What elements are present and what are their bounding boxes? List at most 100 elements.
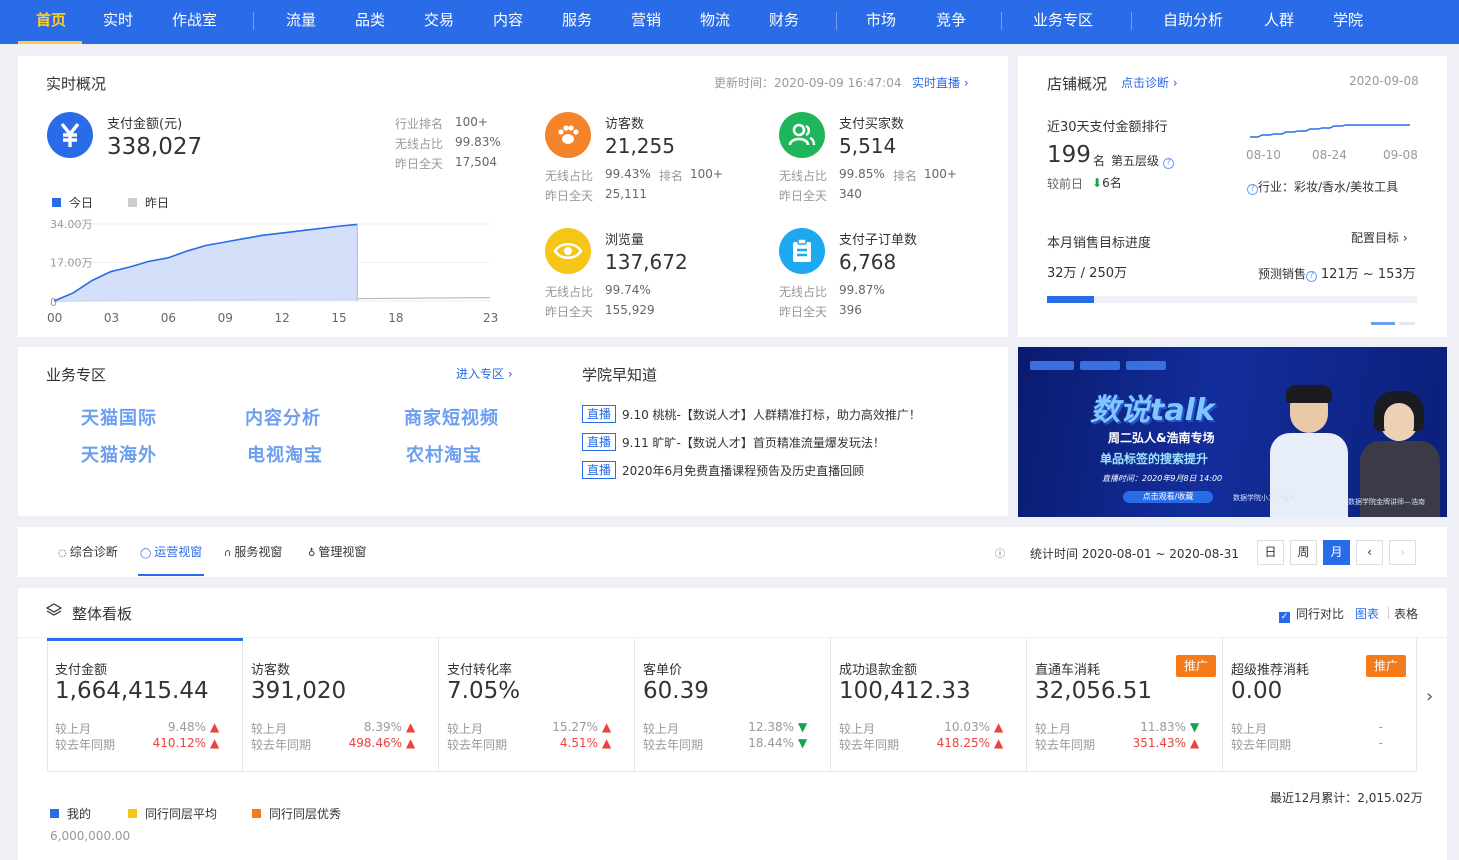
checkbox-icon: ✓ — [1279, 612, 1290, 623]
kpi-percent: - — [1378, 736, 1383, 750]
kpi-compare-value: 11.83% ▼ — [1140, 720, 1199, 734]
kpi-label: 成功退款金额 — [839, 663, 918, 678]
tab-2[interactable]: ∩ 服务视窗 — [224, 543, 282, 560]
nav-item-9[interactable]: 物流 — [700, 0, 730, 44]
board-legend-item[interactable]: 同行同层优秀 — [252, 805, 341, 822]
nav-item-12[interactable]: 竞争 — [936, 0, 966, 44]
biz-item[interactable]: 商家短视频 — [404, 404, 499, 430]
kpi-compare-value: 4.51% ▲ — [560, 736, 611, 750]
period-button[interactable]: 日 — [1257, 540, 1284, 565]
kpi-cell[interactable]: 超级推荐消耗 0.00 推广 较上月 较去年同期 - - — [1223, 638, 1419, 772]
kpi-cell[interactable]: 客单价 60.39 较上月 较去年同期 12.38% ▼ 18.44% ▼ — [635, 638, 831, 772]
tab-1[interactable]: ◯ 运营视窗 — [140, 543, 202, 560]
metric-label: 访客数 — [605, 117, 645, 132]
period-button[interactable]: 周 — [1290, 540, 1317, 565]
live-link[interactable]: 实时直播 › — [912, 74, 969, 91]
board-legend-item[interactable]: 同行同层平均 — [128, 805, 217, 822]
biz-item[interactable]: 内容分析 — [245, 404, 321, 430]
banner-watch-button[interactable]: 点击观看/收藏 — [1123, 491, 1213, 503]
peer-compare-checkbox[interactable]: ✓ 同行对比 — [1279, 605, 1344, 623]
y-tick-label: 17.00万 — [50, 257, 93, 270]
config-target-link[interactable]: 配置目标 › — [1351, 229, 1408, 246]
academy-item[interactable]: 2020年6月免费直播课程预告及历史直播回顾 — [622, 462, 864, 479]
promo-banner[interactable]: 数说talk 周二弘人&浩南专场 单品标签的搜索提升 直播时间：2020年9月8… — [1018, 347, 1447, 517]
tab-label: 服务视窗 — [234, 545, 283, 559]
kpi-cell[interactable]: 直通车消耗 32,056.51 推广 较上月 较去年同期 11.83% ▼ 351.43% ▲ — [1027, 638, 1223, 772]
academy-item[interactable]: 9.10 桃桃-【数说人才】人群精准打标，助力高效推广！ — [622, 406, 921, 423]
kpi-compare-value: 18.44% ▼ — [748, 736, 807, 750]
operation-icon: ◯ — [140, 548, 152, 559]
nav-item-10[interactable]: 财务 — [769, 0, 799, 44]
pager-dot[interactable] — [1399, 322, 1415, 325]
x-tick-label: 23 — [483, 311, 498, 325]
academy-item[interactable]: 9.11 旷旷-【数说人才】首页精准流量爆发玩法！ — [622, 434, 885, 451]
x-tick-label: 09 — [218, 311, 233, 325]
nav-item-7[interactable]: 服务 — [562, 0, 592, 44]
kpi-compare-label: 较去年同期 — [643, 738, 704, 752]
kpi-percent: 351.43% — [1132, 736, 1186, 750]
nav-item-11[interactable]: 市场 — [866, 0, 896, 44]
diagnose-link[interactable]: 点击诊断 › — [1121, 74, 1178, 91]
wireless-value: 99.83% — [455, 135, 501, 149]
total-12m: 最近12月累计：2,015.02万 — [1270, 791, 1423, 805]
nav-item-1[interactable]: 实时 — [103, 0, 133, 44]
rank-value: 100+ — [455, 115, 488, 129]
biz-item[interactable]: 电视淘宝 — [247, 441, 323, 467]
kpi-cell[interactable]: 支付转化率 7.05% 较上月 较去年同期 15.27% ▲ 4.51% ▲ — [439, 638, 635, 772]
clipboard-icon — [779, 228, 825, 274]
kpi-label: 客单价 — [643, 663, 683, 678]
biz-item[interactable]: 农村淘宝 — [406, 441, 482, 467]
nav-item-4[interactable]: 品类 — [355, 0, 385, 44]
nav-item-16[interactable]: 学院 — [1333, 0, 1363, 44]
help-icon[interactable]: ? — [1162, 158, 1174, 169]
kpi-cell[interactable]: 访客数 391,020 较上月 较去年同期 8.39% ▲ 498.46% ▲ — [243, 638, 439, 772]
nav-item-14[interactable]: 自助分析 — [1163, 0, 1223, 44]
metric-label: 支付买家数 — [839, 117, 905, 132]
period-button[interactable]: 月 — [1323, 540, 1350, 565]
biz-item[interactable]: 天猫国际 — [81, 404, 157, 430]
shop-date: 2020-09-08 — [1349, 74, 1419, 88]
kpi-compare-label: 较去年同期 — [447, 738, 508, 752]
kpi-compare-label: 较去年同期 — [251, 738, 312, 752]
kpi-cell[interactable]: 成功退款金额 100,412.33 较上月 较去年同期 10.03% ▲ 418.25% ▲ — [831, 638, 1027, 772]
nav-item-2[interactable]: 作战室 — [172, 0, 217, 44]
pager-dot-active[interactable] — [1371, 322, 1395, 325]
help-icon[interactable]: ? — [1306, 271, 1318, 282]
legend-label: 我的 — [67, 807, 92, 821]
nav-item-5[interactable]: 交易 — [424, 0, 454, 44]
nav-item-0[interactable]: 首页 — [36, 0, 66, 44]
metric-rank-label: 排名 — [893, 169, 918, 183]
kpi-compare-value: 498.46% ▲ — [349, 736, 416, 750]
board-legend-item[interactable]: 我的 — [50, 805, 91, 822]
nav-item-15[interactable]: 人群 — [1264, 0, 1294, 44]
kpi-percent: 410.12% — [152, 736, 206, 750]
biz-item[interactable]: 天猫海外 — [81, 441, 157, 467]
metric-wireless-value: 99.85% — [839, 167, 885, 181]
tab-0[interactable]: ◌ 综合诊断 — [58, 543, 118, 560]
industry-label: ? 行业：彩妆/香水/美妆工具 — [1247, 178, 1398, 195]
legend-label: 同行同层优秀 — [269, 807, 342, 821]
layers-icon — [45, 602, 63, 621]
tab-label: 运营视窗 — [154, 545, 203, 559]
metric-wireless-value: 99.74% — [605, 283, 651, 297]
kpi-value: 1,664,415.44 — [55, 678, 209, 704]
enter-zone-link[interactable]: 进入专区 › — [456, 365, 513, 382]
view-table-toggle[interactable]: 表格 — [1394, 605, 1418, 622]
kpi-label: 超级推荐消耗 — [1231, 663, 1310, 678]
view-chart-toggle[interactable]: 图表 — [1355, 605, 1379, 622]
nav-item-8[interactable]: 营销 — [631, 0, 661, 44]
help-icon[interactable]: ? — [1247, 184, 1258, 195]
nav-item-6[interactable]: 内容 — [493, 0, 523, 44]
kpi-next-arrow[interactable]: › — [1426, 686, 1433, 707]
tab-3[interactable]: ♁ 管理视窗 — [308, 543, 366, 560]
info-icon[interactable]: ⓘ — [995, 545, 1005, 560]
nav-item-13[interactable]: 业务专区 — [1033, 0, 1093, 44]
prev-period-button[interactable]: ‹ — [1356, 540, 1383, 565]
next-period-button[interactable]: › — [1389, 540, 1416, 565]
live-tag: 直播 — [582, 405, 616, 423]
x-tick-label: 03 — [104, 311, 119, 325]
target-progress-fill — [1047, 296, 1095, 303]
kpi-percent: 11.83% — [1140, 720, 1186, 734]
kpi-cell[interactable]: 支付金额 1,664,415.44 较上月 较去年同期 9.48% ▲ 410.12% ▲ — [47, 638, 243, 772]
nav-item-3[interactable]: 流量 — [286, 0, 316, 44]
